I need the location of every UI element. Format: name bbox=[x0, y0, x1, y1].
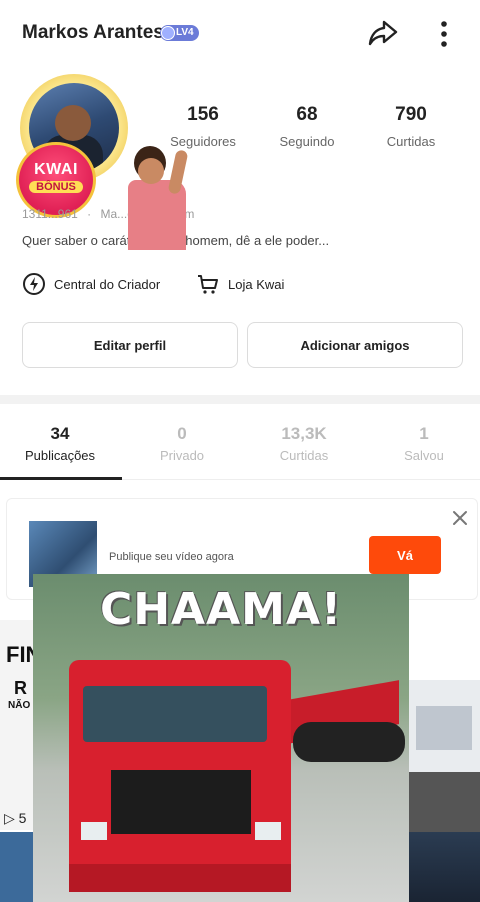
close-icon[interactable] bbox=[451, 509, 469, 527]
profile-id: 1311...961 bbox=[22, 207, 78, 221]
tab-private-label: Privado bbox=[159, 448, 205, 463]
tab-likes[interactable]: 13,3K Curtidas bbox=[244, 424, 364, 463]
play-count: ▷ 5 bbox=[4, 810, 27, 826]
stat-followers-value: 156 bbox=[187, 104, 219, 125]
sticker-caption: CHAAMA! bbox=[99, 584, 343, 635]
level-shield-icon bbox=[161, 26, 175, 40]
stat-likes-label: Curtidas bbox=[386, 134, 436, 149]
more-vertical-icon[interactable] bbox=[430, 18, 458, 50]
promo-go-button[interactable]: Vá bbox=[369, 536, 441, 574]
profile-username: Markos Arantes bbox=[22, 22, 164, 43]
top-bar: Markos Arantes LV4 bbox=[0, 0, 480, 68]
tab-saved[interactable]: 1 Salvou bbox=[364, 424, 480, 463]
video-thumbnail-right[interactable] bbox=[408, 680, 480, 902]
tab-private-count: 0 bbox=[177, 424, 187, 443]
tab-publications[interactable]: 34 Publicações bbox=[0, 424, 120, 463]
edit-profile-button[interactable]: Editar perfil bbox=[22, 322, 238, 368]
kwai-shop-link[interactable]: Loja Kwai bbox=[196, 272, 284, 296]
tab-likes-label: Curtidas bbox=[279, 448, 329, 463]
video-thumbnail-left[interactable]: FIN R NÃO ▷ 5 bbox=[0, 620, 34, 902]
level-badge: LV4 bbox=[160, 25, 199, 41]
tab-likes-count: 13,3K bbox=[281, 424, 327, 443]
stat-followers[interactable]: 156 Seguidores bbox=[158, 104, 248, 149]
stat-following-value: 68 bbox=[296, 104, 318, 125]
sticker-person-image bbox=[128, 146, 198, 250]
cart-icon bbox=[198, 275, 218, 294]
tab-private[interactable]: 0 Privado bbox=[122, 424, 242, 463]
sticker-truck-image: CHAAMA! bbox=[33, 574, 409, 902]
level-badge-label: LV4 bbox=[176, 27, 194, 38]
tab-saved-label: Salvou bbox=[404, 448, 444, 463]
lightning-icon bbox=[23, 273, 45, 295]
thumbnail-text: NÃO bbox=[8, 700, 31, 711]
content-tabs: 34 Publicações 0 Privado 13,3K Curtidas … bbox=[0, 404, 480, 480]
avatar[interactable]: KWAI BÔNUS bbox=[14, 72, 132, 220]
section-divider bbox=[0, 395, 480, 404]
kwai-shop-label: Loja Kwai bbox=[228, 276, 285, 292]
creator-center-link[interactable]: Central do Criador bbox=[22, 272, 160, 296]
tab-publications-count: 34 bbox=[50, 424, 70, 443]
tab-saved-count: 1 bbox=[419, 424, 429, 443]
share-arrow-icon[interactable] bbox=[366, 16, 400, 50]
tab-publications-label: Publicações bbox=[24, 448, 96, 463]
active-tab-indicator bbox=[0, 477, 122, 480]
stat-likes[interactable]: 790 Curtidas bbox=[366, 104, 456, 149]
promo-text: Publique seu vídeo agora bbox=[109, 551, 234, 563]
thumbnail-text: FIN bbox=[6, 642, 34, 667]
creator-center-label: Central do Criador bbox=[54, 276, 161, 292]
kwai-bonus-subtitle: BÔNUS bbox=[29, 181, 83, 193]
thumbnail-text: R bbox=[14, 678, 27, 698]
stat-following[interactable]: 68 Seguindo bbox=[262, 104, 352, 149]
add-friends-button[interactable]: Adicionar amigos bbox=[247, 322, 463, 368]
stat-likes-value: 790 bbox=[395, 104, 427, 125]
stat-following-label: Seguindo bbox=[279, 134, 335, 149]
house-image bbox=[416, 706, 472, 750]
kwai-bonus-title: KWAI bbox=[34, 161, 78, 178]
meta-separator: · bbox=[87, 207, 92, 221]
